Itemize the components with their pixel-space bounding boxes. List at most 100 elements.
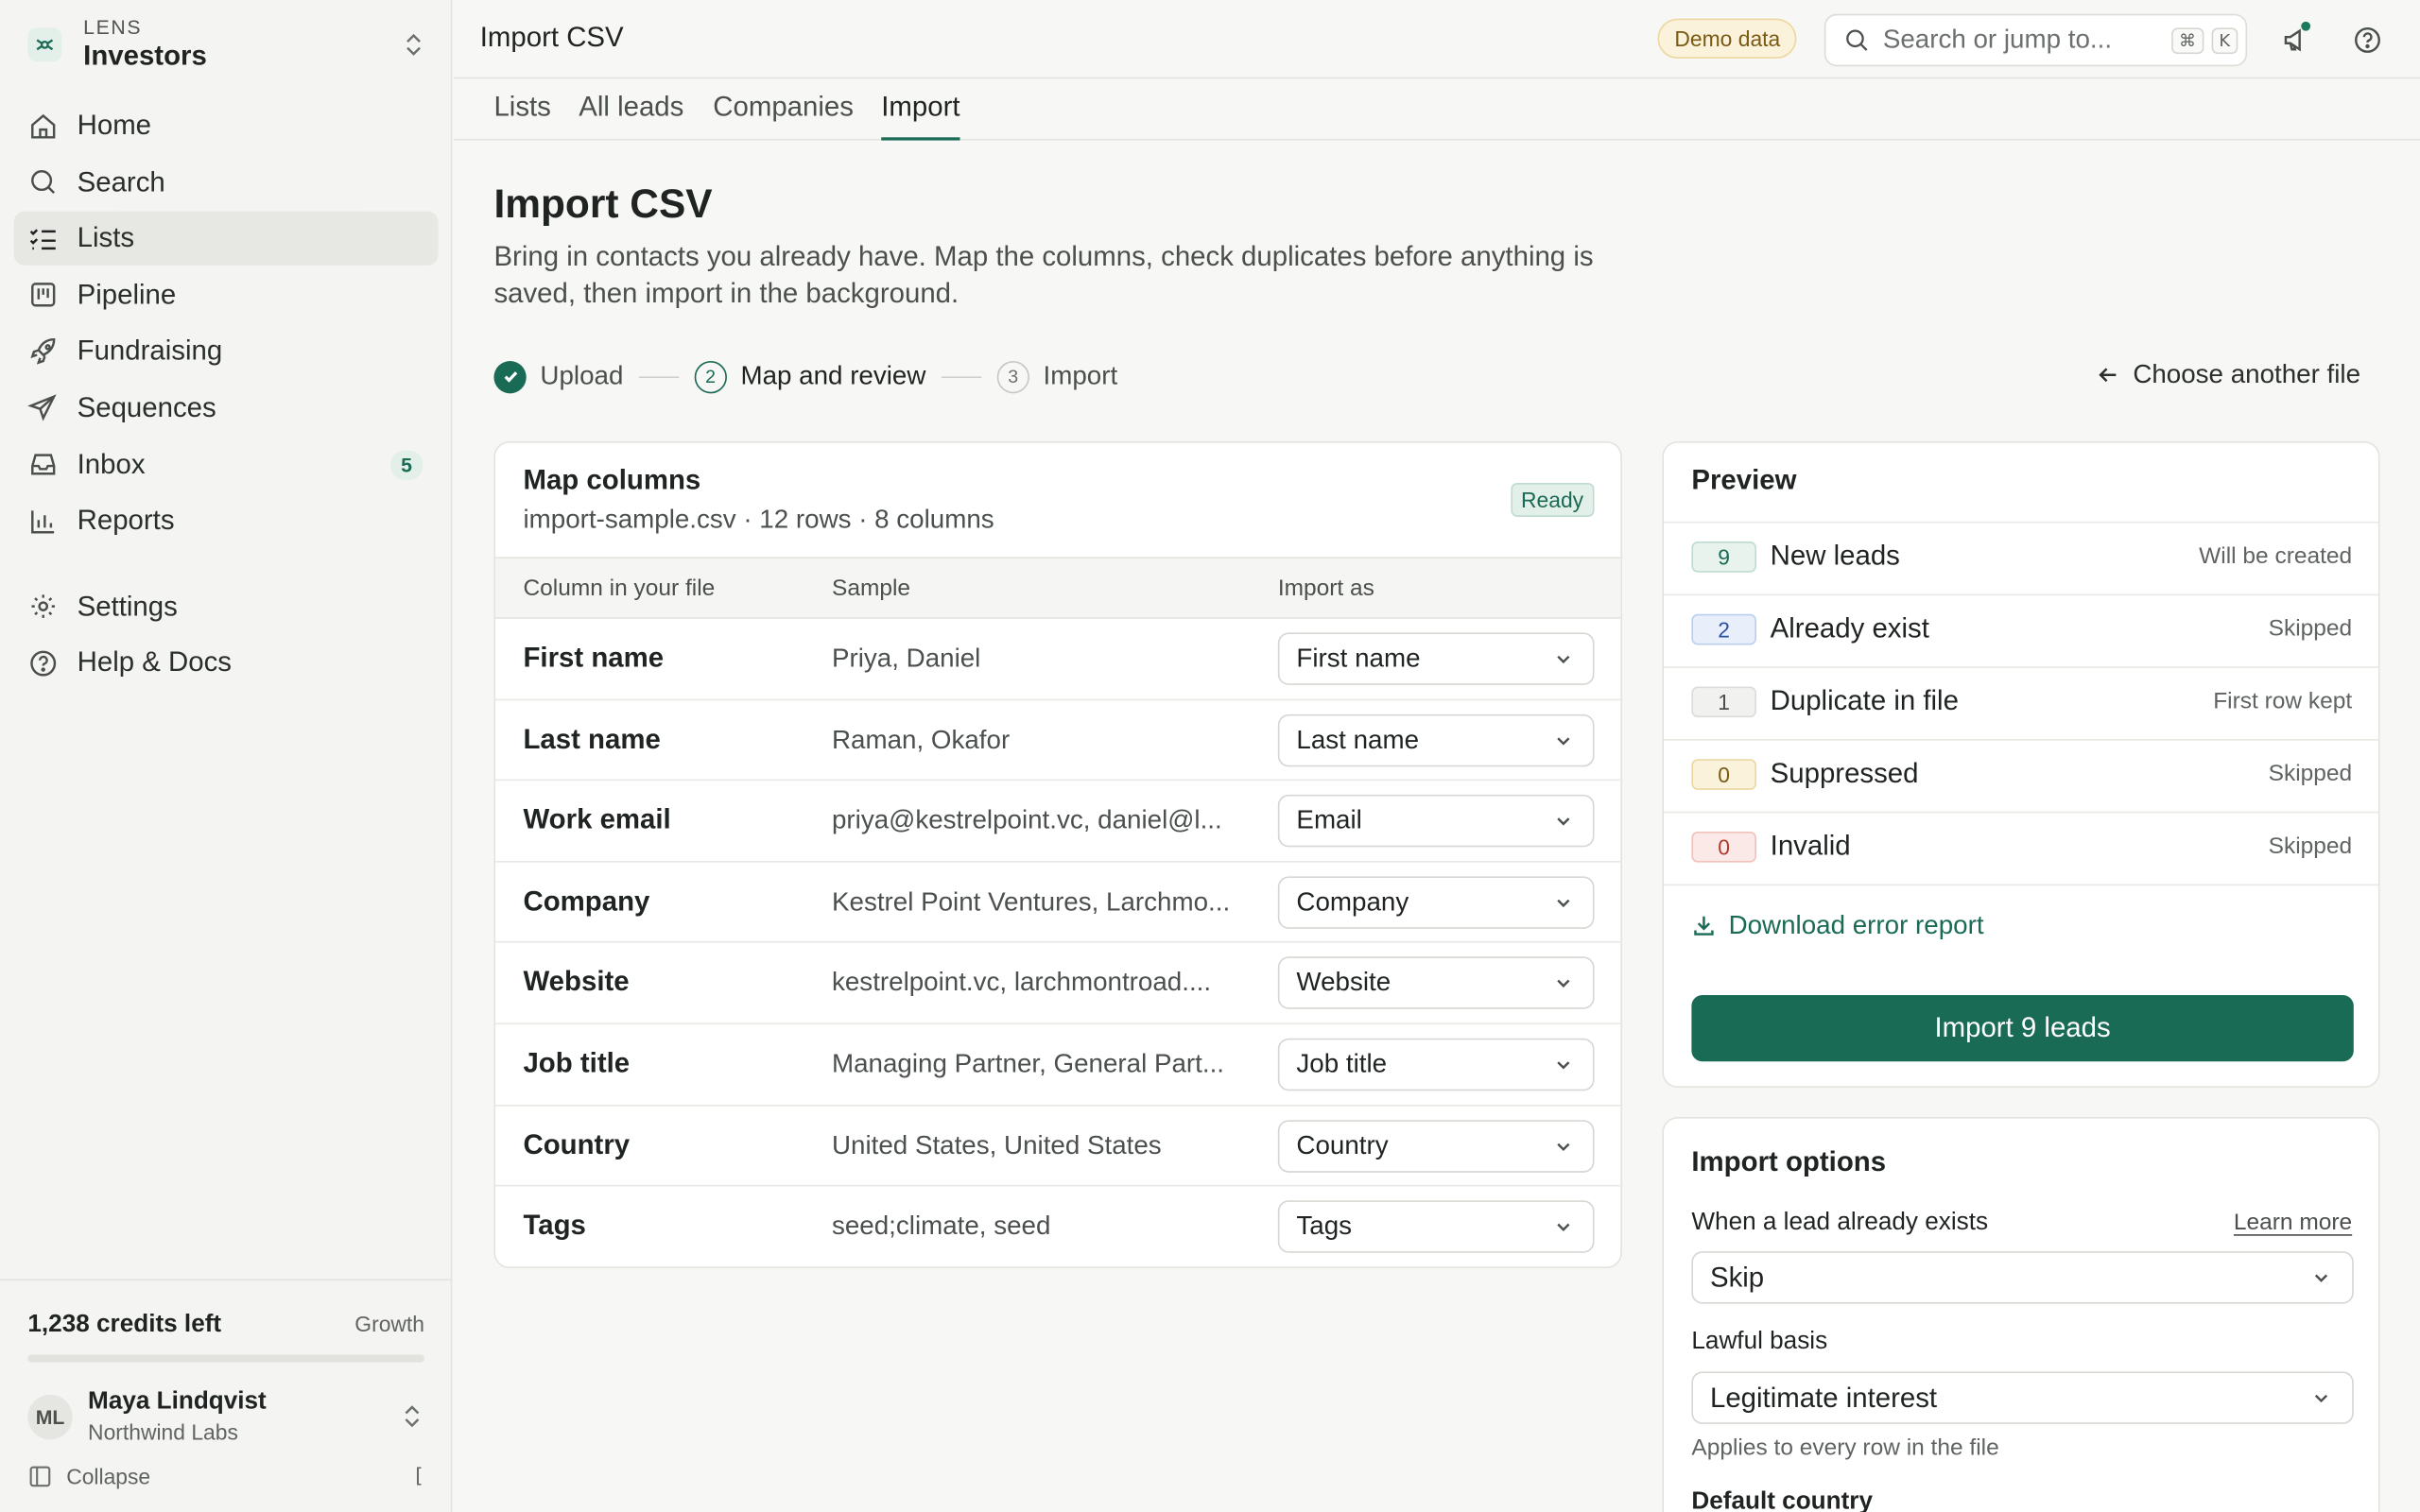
sidebar-item-fundraising[interactable]: Fundraising bbox=[14, 324, 439, 378]
import-as-select[interactable]: Company bbox=[1277, 876, 1595, 929]
arrow-left-icon bbox=[2099, 368, 2117, 383]
sidebar-item-reports[interactable]: Reports bbox=[14, 494, 439, 548]
avatar: ML bbox=[27, 1394, 73, 1439]
preview-row: 0 Suppressed Skipped bbox=[1664, 739, 2378, 812]
preview-status: Will be created bbox=[2199, 542, 2353, 570]
count-badge: 2 bbox=[1691, 613, 1756, 645]
sample-values: priya@kestrelpoint.vc, daniel@l... bbox=[831, 805, 1222, 835]
gear-icon bbox=[31, 594, 55, 619]
download-icon bbox=[1694, 916, 1714, 936]
bar-chart-icon bbox=[31, 509, 55, 533]
table-row: First name Priya, Daniel First name bbox=[495, 619, 1621, 700]
step-upload: Upload bbox=[493, 360, 623, 393]
preview-label: Suppressed bbox=[1770, 757, 1919, 789]
send-icon bbox=[27, 395, 57, 422]
default-country-label: Default country bbox=[1691, 1488, 1873, 1512]
lawful-basis-label: Lawful basis bbox=[1691, 1328, 1828, 1355]
sidebar-item-label: Home bbox=[77, 109, 152, 141]
collapse-sidebar-button[interactable]: Collapse [ bbox=[27, 1461, 424, 1492]
preview-status: First row kept bbox=[2213, 688, 2353, 714]
workspace-name: Investors bbox=[83, 40, 207, 72]
sidebar-item-lists[interactable]: Lists bbox=[13, 211, 439, 266]
preview-label: Already exist bbox=[1770, 612, 1929, 644]
tab-import[interactable]: Import bbox=[881, 91, 960, 141]
sidebar-item-pipeline[interactable]: Pipeline bbox=[14, 268, 439, 322]
home-icon bbox=[31, 113, 56, 138]
tab-lists[interactable]: Lists bbox=[493, 91, 550, 140]
sidebar-item-label: Sequences bbox=[77, 391, 216, 423]
page-title: Import CSV bbox=[479, 21, 624, 53]
sample-values: Managing Partner, General Part... bbox=[831, 1049, 1225, 1079]
sidebar-item-label: Help & Docs bbox=[77, 646, 232, 679]
select-value: Company bbox=[1296, 886, 1409, 917]
preview-row: 1 Duplicate in file First row kept bbox=[1664, 666, 2378, 739]
sidebar-item-settings[interactable]: Settings bbox=[14, 579, 439, 633]
column-name: Last name bbox=[523, 723, 661, 754]
existing-lead-select[interactable]: Skip bbox=[1691, 1251, 2354, 1304]
import-as-select[interactable]: Last name bbox=[1277, 713, 1595, 766]
table-row: Work email priya@kestrelpoint.vc, daniel@… bbox=[495, 781, 1621, 863]
sidebar-item-home[interactable]: Home bbox=[14, 98, 439, 152]
chevron-down-icon bbox=[1557, 980, 1570, 988]
step-number: 2 bbox=[694, 360, 727, 393]
sidebar-footer: 1,238 credits left Growth ML Maya Lindqv… bbox=[0, 1279, 453, 1512]
sidebar-item-sequences[interactable]: Sequences bbox=[14, 381, 439, 435]
import-as-select[interactable]: Tags bbox=[1277, 1200, 1595, 1254]
select-value: First name bbox=[1296, 643, 1421, 673]
select-value: Tags bbox=[1296, 1211, 1353, 1241]
chevron-down-icon bbox=[1557, 736, 1570, 746]
import-as-select[interactable]: Email bbox=[1277, 795, 1595, 848]
lawful-basis-select[interactable]: Legitimate interest bbox=[1691, 1371, 2354, 1424]
column-name: Country bbox=[523, 1128, 631, 1160]
workspace-brand: LENS bbox=[83, 15, 143, 39]
status-badge: Ready bbox=[1510, 483, 1595, 517]
import-as-select[interactable]: Country bbox=[1277, 1119, 1595, 1173]
chevron-down-icon bbox=[1557, 1061, 1570, 1070]
chevron-down-icon bbox=[2314, 1274, 2328, 1282]
download-label: Download error report bbox=[1728, 910, 1984, 940]
step-connector bbox=[941, 375, 982, 378]
help-circle-icon[interactable] bbox=[2352, 25, 2383, 56]
table-row: Company Kestrel Point Ventures, Larchmo..… bbox=[495, 862, 1621, 944]
map-columns-card: Map columns import-sample.csv · 12 rows … bbox=[493, 440, 1622, 1269]
sidebar-item-inbox[interactable]: Inbox 5 bbox=[14, 438, 439, 491]
import-leads-button[interactable]: Import 9 leads bbox=[1691, 995, 2354, 1062]
sidebar-item-search[interactable]: Search bbox=[14, 155, 439, 209]
preview-label: Invalid bbox=[1770, 830, 1851, 862]
sample-values: Raman, Okafor bbox=[831, 724, 1011, 754]
import-as-select[interactable]: Website bbox=[1277, 956, 1595, 1010]
workspace-switcher[interactable]: LENS Investors bbox=[27, 15, 425, 74]
search-input[interactable]: Search or jump to... ⌘ K bbox=[1824, 13, 2248, 67]
import-as-select[interactable]: Job title bbox=[1277, 1038, 1595, 1091]
preview-label: Duplicate in file bbox=[1770, 684, 1959, 716]
sidebar-item-label: Search bbox=[77, 165, 165, 198]
sidebar-item-help[interactable]: Help & Docs bbox=[14, 636, 439, 690]
user-menu[interactable]: ML Maya Lindqvist Northwind Labs bbox=[27, 1383, 424, 1451]
sidebar-separator bbox=[14, 550, 439, 579]
count-badge: 9 bbox=[1691, 541, 1756, 573]
table-row: Job title Managing Partner, General Part.… bbox=[495, 1024, 1621, 1106]
select-value: Website bbox=[1296, 968, 1392, 998]
choose-another-file-button[interactable]: Choose another file bbox=[2096, 359, 2360, 390]
learn-more-link[interactable]: Learn more bbox=[2234, 1210, 2352, 1236]
search-placeholder: Search or jump to... bbox=[1882, 25, 2113, 55]
select-value: Email bbox=[1296, 805, 1362, 835]
chevron-down-icon bbox=[1557, 655, 1570, 664]
preview-row: 2 Already exist Skipped bbox=[1664, 594, 2378, 667]
preview-card: Preview 9 New leads Will be created 2 Alread… bbox=[1662, 440, 2380, 1089]
preview-label: New leads bbox=[1770, 540, 1900, 572]
tab-all-leads[interactable]: All leads bbox=[579, 91, 683, 140]
sidebar: LENS Investors Home Search Lists Pipelin… bbox=[0, 0, 453, 1512]
tab-companies[interactable]: Companies bbox=[713, 91, 854, 140]
demo-data-badge: Demo data bbox=[1657, 18, 1798, 60]
sample-values: kestrelpoint.vc, larchmontroad.... bbox=[831, 968, 1212, 998]
page-subtitle: Bring in contacts you already have. Map … bbox=[493, 240, 1594, 309]
shortcut-k-key: K bbox=[2211, 26, 2238, 54]
table-row: Website kestrelpoint.vc, larchmontroad...… bbox=[495, 943, 1621, 1025]
select-value: Job title bbox=[1296, 1049, 1388, 1079]
chevron-down-icon bbox=[2314, 1394, 2328, 1403]
chevron-down-icon bbox=[1557, 1223, 1570, 1232]
import-as-select[interactable]: First name bbox=[1277, 632, 1595, 685]
download-error-report-link[interactable]: Download error report bbox=[1691, 910, 1984, 941]
select-value: Skip bbox=[1709, 1261, 1765, 1293]
